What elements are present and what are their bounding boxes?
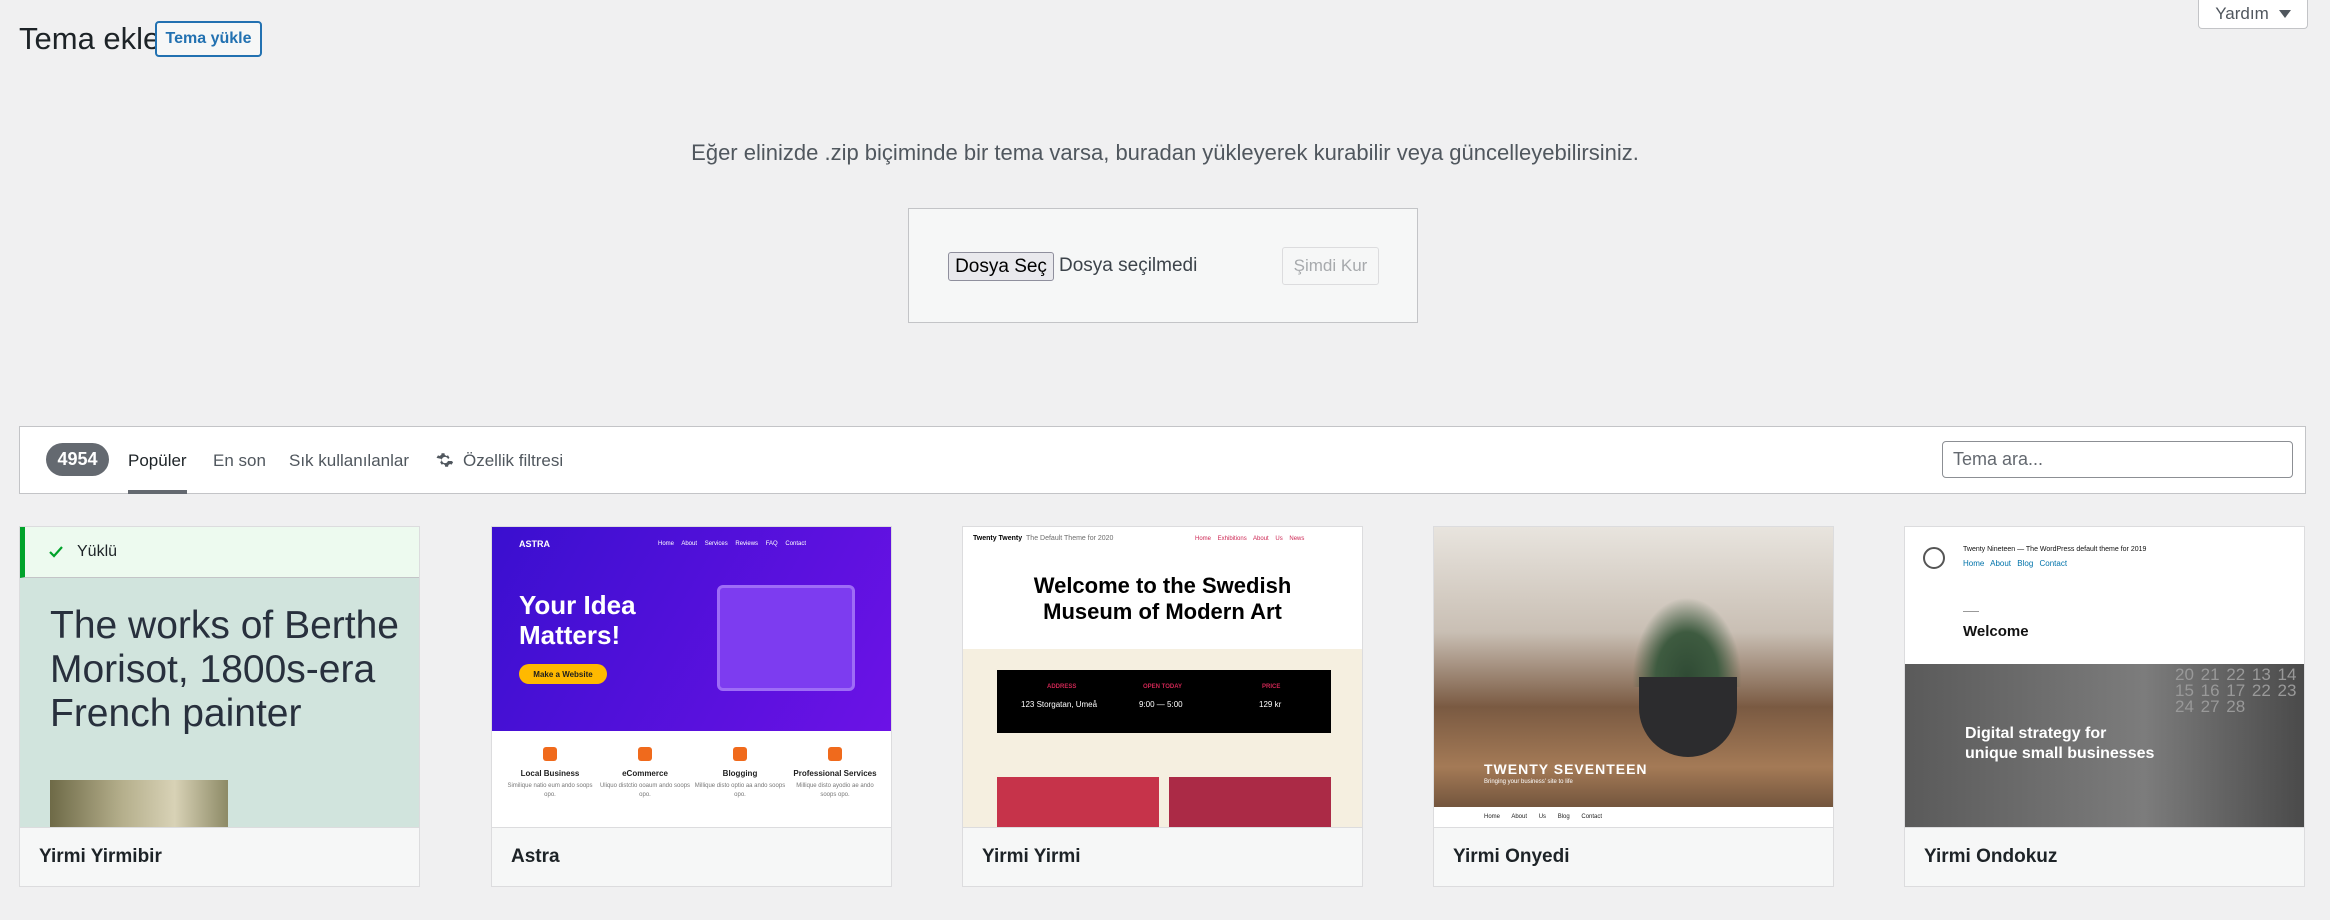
- astra-services: Local Business Similique natio eum ando s…: [492, 731, 891, 827]
- astra-cta: Make a Website: [519, 664, 607, 684]
- tt17-nav: Home About Us Blog Contact: [1434, 807, 1833, 827]
- upload-theme-button[interactable]: Tema yükle: [155, 21, 262, 57]
- feature-filter-link[interactable]: Özellik filtresi: [463, 427, 563, 494]
- plant-image: [1632, 597, 1742, 687]
- theme-screenshot: Twenty Twenty The Default Theme for 2020…: [963, 527, 1362, 827]
- checkmark-icon: [49, 546, 63, 558]
- service-item: Local Business Similique natio eum ando s…: [504, 747, 596, 800]
- service-title: Blogging: [722, 769, 758, 778]
- divider: [1963, 611, 1979, 612]
- service-title: eCommerce: [622, 769, 668, 778]
- astra-hero: ASTRA Home About Services Reviews FAQ Co…: [492, 527, 891, 731]
- service-title: Professional Services: [793, 769, 877, 778]
- help-tab-label: Yardım: [2215, 4, 2269, 23]
- tt20-image-block: [997, 777, 1159, 827]
- tt19-calendar: 20 21 22 13 14 15 16 17 22 23 24 27 28: [2175, 665, 2297, 716]
- theme-name: Yirmi Yirmibir: [20, 827, 419, 886]
- info-value: 9:00 — 5:00: [1139, 700, 1183, 709]
- service-item: eCommerce Uliquo distctio ooaum ando soop…: [599, 747, 691, 800]
- tab-latest[interactable]: En son: [213, 427, 266, 494]
- user-icon: [828, 747, 842, 761]
- brand-name: Twenty Twenty: [973, 535, 1023, 542]
- theme-name: Yirmi Ondokuz: [1905, 827, 2304, 886]
- info-label: OPEN TODAY: [1143, 684, 1183, 690]
- service-item: Professional Services Millique disto ayod…: [789, 747, 881, 800]
- theme-name: Yirmi Yirmi: [963, 827, 1362, 886]
- theme-screenshot: TWENTY SEVENTEEN Bringing your business'…: [1434, 527, 1833, 827]
- tt17-tagline: Bringing your business' site to life: [1484, 779, 1573, 785]
- tt20-nav: Home Exhibitions About Us News: [1195, 536, 1305, 542]
- theme-card-astra[interactable]: ASTRA Home About Services Reviews FAQ Co…: [491, 526, 892, 887]
- service-desc: Millique disto ayodio ae ando soops opo.: [796, 783, 874, 798]
- service-desc: Similique natio eum ando soops opo.: [507, 783, 593, 798]
- astra-logo: ASTRA: [519, 539, 550, 549]
- upload-description: Eğer elinizde .zip biçiminde bir tema va…: [691, 140, 1639, 165]
- choose-file-button[interactable]: Dosya Seç: [948, 252, 1054, 281]
- tt20-brand: Twenty Twenty The Default Theme for 2020: [973, 535, 1113, 542]
- caret-down-icon: [2278, 10, 2291, 18]
- preview-text: The works of Berthe Morisot, 1800s-era F…: [50, 604, 399, 735]
- service-desc: Millique disto optio aa ando soops opo.: [694, 783, 786, 798]
- tt19-welcome: Welcome: [1963, 623, 2029, 640]
- service-item: Blogging Millique disto optio aa ando soo…: [694, 747, 786, 800]
- info-label: ADDRESS: [1047, 684, 1077, 690]
- cart-icon: [638, 747, 652, 761]
- theme-card-twentytwenty[interactable]: Twenty Twenty The Default Theme for 2020…: [962, 526, 1363, 887]
- filter-bar: 4954 Popüler En son Sık kullanılanlar Öz…: [19, 426, 2306, 494]
- theme-card-twentyseventeen[interactable]: TWENTY SEVENTEEN Bringing your business'…: [1433, 526, 1834, 887]
- page-title: Tema ekle: [19, 21, 161, 56]
- gear-icon[interactable]: [436, 451, 454, 469]
- info-value: 129 kr: [1259, 700, 1282, 709]
- pot-image: [1639, 677, 1737, 757]
- theme-count-badge: 4954: [46, 443, 109, 476]
- theme-screenshot: Twenty Nineteen — The WordPress default …: [1905, 527, 2304, 827]
- theme-name: Astra: [492, 827, 891, 886]
- service-desc: Uliquo distctio ooaum ando soops opo.: [599, 783, 691, 798]
- astra-nav: Home About Services Reviews FAQ Contact: [658, 541, 807, 547]
- edit-icon: [733, 747, 747, 761]
- astra-illustration: [717, 585, 855, 691]
- install-now-button[interactable]: Şimdi Kur: [1282, 247, 1379, 285]
- tt20-image-block: [1169, 777, 1331, 827]
- tt19-strategy: Digital strategy for unique small busine…: [1965, 725, 2155, 762]
- tt20-info-box: ADDRESS 123 Storgatan, Umeå OPEN TODAY 9…: [997, 670, 1331, 733]
- tt19-brand: Twenty Nineteen — The WordPress default …: [1963, 546, 2147, 553]
- info-value: 123 Storgatan, Umeå: [1021, 700, 1098, 709]
- upload-form: Dosya Seç Dosya seçilmedi Şimdi Kur: [908, 208, 1418, 323]
- tt20-headline: Welcome to the Swedish Museum of Modern …: [1033, 573, 1292, 624]
- tab-popular[interactable]: Popüler: [128, 427, 187, 494]
- wordpress-logo-icon: [1923, 547, 1945, 569]
- theme-name: Yirmi Onyedi: [1434, 827, 1833, 886]
- help-tab[interactable]: Yardım: [2198, 0, 2308, 29]
- theme-search-input[interactable]: [1942, 441, 2293, 478]
- tt19-header: Twenty Nineteen — The WordPress default …: [1905, 527, 2304, 664]
- theme-screenshot: ASTRA Home About Services Reviews FAQ Co…: [492, 527, 891, 827]
- theme-card-twentytwentyone[interactable]: Yüklü The works of Berthe Morisot, 1800s…: [19, 526, 420, 887]
- info-label: PRICE: [1262, 684, 1281, 690]
- tt17-site-name: TWENTY SEVENTEEN: [1484, 761, 1648, 777]
- tab-favorites[interactable]: Sık kullanılanlar: [289, 427, 409, 494]
- painting-image: [50, 780, 228, 827]
- installed-notice: Yüklü: [20, 527, 419, 578]
- theme-card-twentynineteen[interactable]: Twenty Nineteen — The WordPress default …: [1904, 526, 2305, 887]
- brand-tagline: The Default Theme for 2020: [1026, 535, 1114, 542]
- service-title: Local Business: [520, 769, 580, 778]
- tt19-nav: Home About Blog Contact: [1963, 559, 2068, 568]
- store-icon: [543, 747, 557, 761]
- astra-headline: Your Idea Matters!: [519, 590, 636, 650]
- tt20-header: Twenty Twenty The Default Theme for 2020…: [963, 527, 1362, 649]
- installed-label: Yüklü: [77, 543, 118, 560]
- file-status: Dosya seçilmedi: [1059, 255, 1198, 276]
